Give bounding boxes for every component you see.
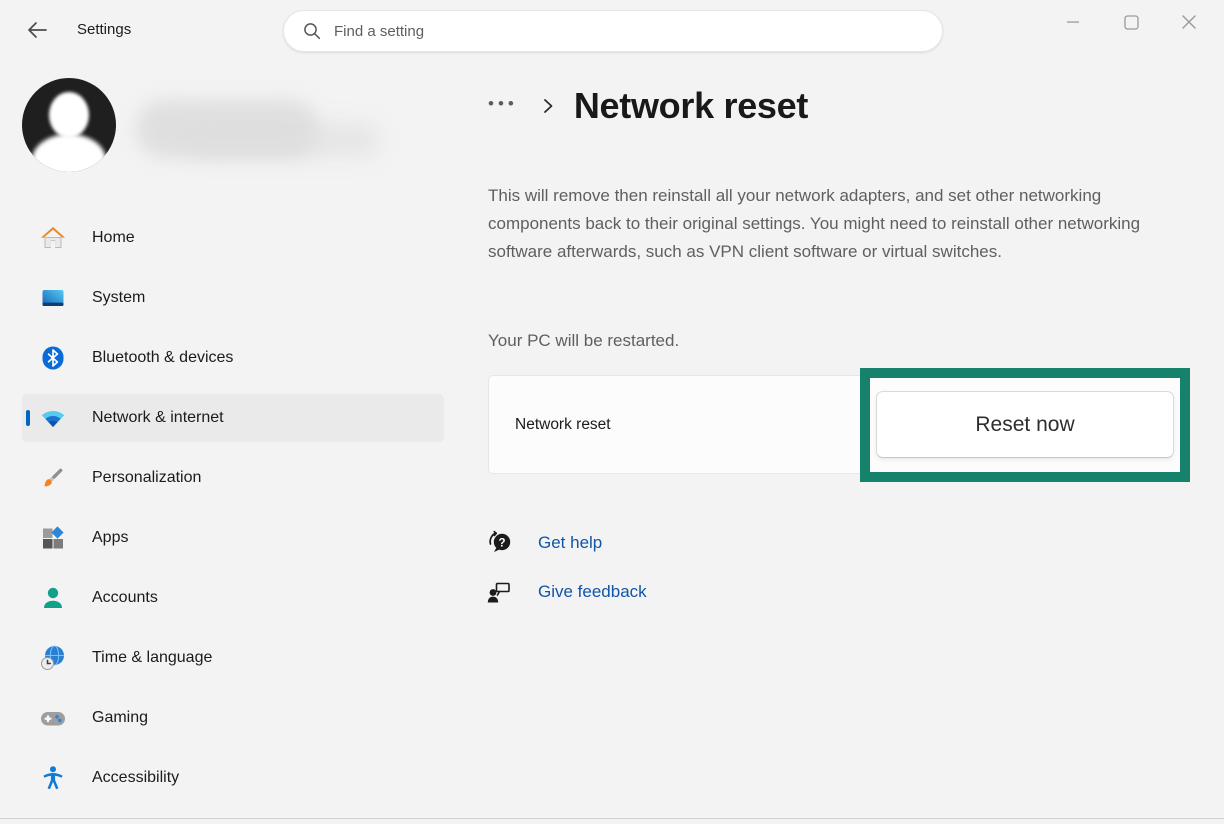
sidebar-item-label: Personalization <box>92 469 201 487</box>
sidebar-item-label: Accessibility <box>92 769 179 787</box>
accessibility-icon <box>40 765 66 791</box>
page-description: This will remove then reinstall all your… <box>488 182 1194 266</box>
svg-text:?: ? <box>498 537 505 549</box>
system-icon <box>40 285 66 311</box>
bluetooth-icon <box>40 345 66 371</box>
window-controls <box>1044 0 1218 44</box>
app-title: Settings <box>77 21 131 38</box>
give-feedback-icon <box>486 578 513 605</box>
settings-sidebar: Home System Bluetooth & devices <box>22 214 444 814</box>
give-feedback-link[interactable]: Give feedback <box>538 582 647 602</box>
get-help-link[interactable]: Get help <box>538 533 602 553</box>
get-help-icon: ? <box>486 529 513 556</box>
search-icon <box>303 22 321 40</box>
sidebar-item-label: Gaming <box>92 709 148 727</box>
accounts-icon <box>40 585 66 611</box>
apps-icon <box>40 525 66 551</box>
minimize-button[interactable] <box>1044 0 1102 44</box>
reset-card-label: Network reset <box>515 416 611 434</box>
restart-note: Your PC will be restarted. <box>488 331 679 351</box>
maximize-button[interactable] <box>1102 0 1160 44</box>
sidebar-item-network-internet[interactable]: Network & internet <box>22 394 444 442</box>
avatar-silhouette <box>49 92 89 138</box>
sidebar-item-label: Bluetooth & devices <box>92 349 233 367</box>
sidebar-item-label: System <box>92 289 145 307</box>
sidebar-item-accessibility[interactable]: Accessibility <box>22 754 444 802</box>
chevron-right-icon <box>541 96 555 116</box>
sidebar-item-apps[interactable]: Apps <box>22 514 444 562</box>
time-language-icon <box>40 645 66 671</box>
sidebar-item-home[interactable]: Home <box>22 214 444 262</box>
sidebar-item-accounts[interactable]: Accounts <box>22 574 444 622</box>
search-placeholder: Find a setting <box>334 23 424 40</box>
personalization-icon <box>40 465 66 491</box>
network-wifi-icon <box>40 405 66 431</box>
minimize-icon <box>1066 20 1080 24</box>
get-help-row: ? Get help <box>486 529 602 556</box>
gaming-icon <box>40 705 66 731</box>
reset-now-button[interactable]: Reset now <box>876 391 1174 458</box>
sidebar-item-system[interactable]: System <box>22 274 444 322</box>
sidebar-item-label: Accounts <box>92 589 158 607</box>
window-bottom-edge <box>0 818 1224 819</box>
breadcrumb: ••• Network reset <box>488 84 808 128</box>
back-button[interactable] <box>20 13 54 47</box>
sidebar-item-label: Apps <box>92 529 128 547</box>
sidebar-item-bluetooth[interactable]: Bluetooth & devices <box>22 334 444 382</box>
close-button[interactable] <box>1160 0 1218 44</box>
close-icon <box>1181 14 1197 30</box>
sidebar-item-gaming[interactable]: Gaming <box>22 694 444 742</box>
user-avatar[interactable] <box>22 78 116 172</box>
sidebar-item-label: Network & internet <box>92 409 224 427</box>
sidebar-item-personalization[interactable]: Personalization <box>22 454 444 502</box>
sidebar-item-label: Home <box>92 229 135 247</box>
breadcrumb-overflow-button[interactable]: ••• <box>488 94 518 118</box>
sidebar-item-label: Time & language <box>92 649 212 667</box>
sidebar-item-time-language[interactable]: Time & language <box>22 634 444 682</box>
home-icon <box>40 225 66 251</box>
give-feedback-row: Give feedback <box>486 578 647 605</box>
back-arrow-icon <box>26 20 48 40</box>
maximize-icon <box>1124 15 1139 30</box>
selected-accent-pill <box>26 410 30 426</box>
search-input[interactable]: Find a setting <box>283 10 943 52</box>
page-title: Network reset <box>574 85 808 127</box>
